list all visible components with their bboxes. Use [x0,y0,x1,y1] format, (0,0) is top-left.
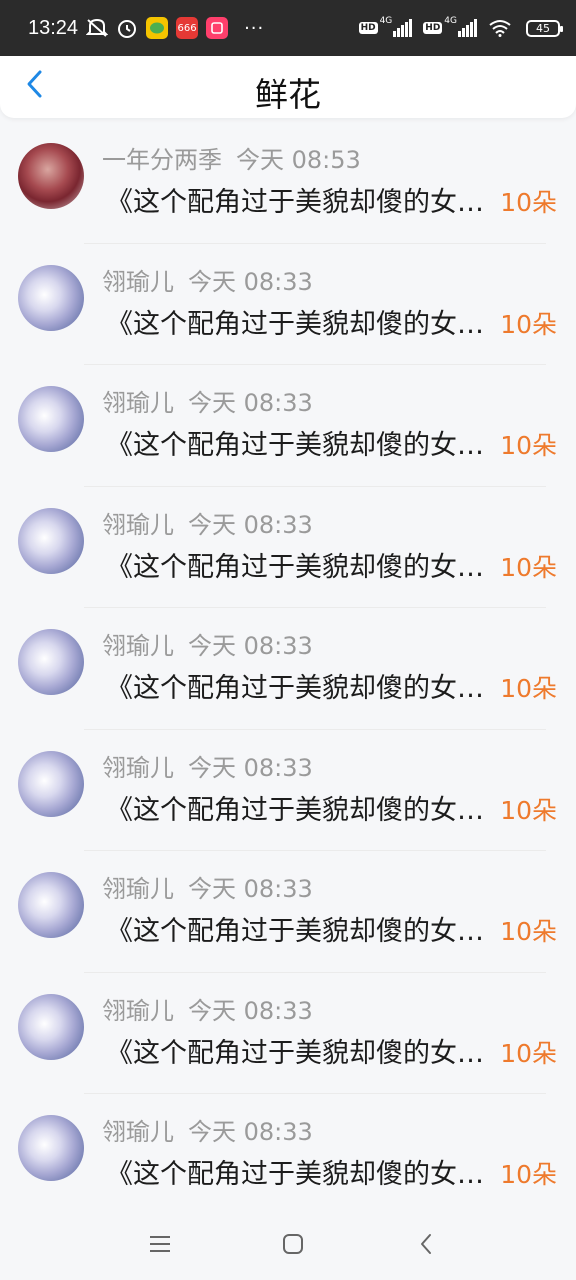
wifi-icon [488,19,512,37]
avatar[interactable] [18,1115,84,1181]
home-icon [281,1232,305,1260]
avatar[interactable] [18,386,84,452]
item-message: 《这个配角过于美貌却傻的女人》 [106,308,496,340]
flower-list: 一年分两季 今天 08:53 《这个配角过于美貌却傻的女人》 10朵 翎瑜儿 今天 … [0,122,576,1216]
list-item[interactable]: 翎瑜儿 今天 08:33 《这个配角过于美貌却傻的女人》 10朵 [0,608,576,730]
user-name[interactable]: 翎瑜儿 [102,754,174,782]
signal-icon-2 [458,19,478,37]
status-time: 13:24 [28,16,79,39]
avatar[interactable] [18,507,84,574]
list-item[interactable]: 翎瑜儿 今天 08:33 《这个配角过于美貌却傻的女人》 10朵 [0,365,576,487]
user-name[interactable]: 翎瑜儿 [102,632,174,660]
avatar[interactable] [18,750,84,817]
list-item[interactable]: 翎瑜儿 今天 08:33 《这个配角过于美貌却傻的女人》 10朵 [0,244,576,365]
list-item[interactable]: 一年分两季 今天 08:53 《这个配角过于美貌却傻的女人》 10朵 [0,122,576,244]
back-icon [418,1232,434,1260]
item-message: 《这个配角过于美貌却傻的女人》 [106,187,496,218]
flower-count: 10朵 [500,552,557,582]
user-name[interactable]: 一年分两季 [102,146,222,174]
header: 鲜花 [0,56,576,118]
item-meta: 翎瑜儿 今天 08:33 [102,626,313,661]
user-name[interactable]: 翎瑜儿 [102,268,174,296]
item-message: 《这个配角过于美貌却傻的女人》 [106,673,496,704]
item-message: 《这个配角过于美貌却傻的女人》 [106,430,496,461]
item-time: 今天 08:33 [188,632,313,660]
system-back-button[interactable] [406,1226,446,1266]
status-bar: 13:24 666 ··· HD 4G HD 4G 45 [0,0,576,56]
flower-count: 10朵 [500,188,557,217]
item-time: 今天 08:33 [188,996,313,1025]
item-meta: 翎瑜儿 今天 08:33 [102,991,313,1026]
item-meta: 翎瑜儿 今天 08:33 [102,869,313,904]
item-meta: 翎瑜儿 今天 08:33 [102,1112,313,1147]
avatar[interactable] [18,993,84,1060]
chat-app-icon [146,17,169,39]
flower-count: 10朵 [500,1038,557,1068]
alarm-icon [116,17,138,39]
recent-apps-button[interactable] [140,1226,180,1266]
system-nav-bar [0,1212,576,1280]
user-name[interactable]: 翎瑜儿 [102,1118,174,1146]
hd-icon-2: HD [423,22,443,34]
item-time: 今天 08:33 [188,389,313,417]
list-item[interactable]: 翎瑜儿 今天 08:33 《这个配角过于美貌却傻的女人》 10朵 [0,1094,576,1216]
user-name[interactable]: 翎瑜儿 [102,997,174,1025]
network-type: 4G [379,16,393,26]
item-meta: 一年分两季 今天 08:53 [102,140,361,175]
item-message: 《这个配角过于美貌却傻的女人》 [106,916,496,947]
battery-level: 45 [536,21,550,35]
item-meta: 翎瑜儿 今天 08:33 [102,505,313,540]
item-meta: 翎瑜儿 今天 08:33 [102,383,313,418]
user-name[interactable]: 翎瑜儿 [102,511,174,539]
item-message: 《这个配角过于美貌却傻的女人》 [106,551,496,583]
item-meta: 翎瑜儿 今天 08:33 [102,748,313,783]
flower-count: 10朵 [500,917,557,946]
video-app-icon [206,17,229,39]
item-message: 《这个配角过于美貌却傻的女人》 [106,794,496,826]
item-time: 今天 08:33 [188,510,313,539]
avatar[interactable] [18,264,84,331]
item-time: 今天 08:33 [188,1118,313,1146]
flower-count: 10朵 [500,309,557,339]
item-time: 今天 08:33 [188,267,313,296]
network-type-2: 4G [444,16,457,26]
list-item[interactable]: 翎瑜儿 今天 08:33 《这个配角过于美貌却傻的女人》 10朵 [0,730,576,851]
flower-count: 10朵 [500,795,557,825]
home-button[interactable] [273,1226,313,1266]
flower-count: 10朵 [500,431,557,460]
menu-icon [148,1234,172,1258]
user-name[interactable]: 翎瑜儿 [102,875,174,903]
flower-count: 10朵 [500,1160,557,1189]
item-time: 今天 08:53 [236,146,361,174]
signal-icon [393,19,413,37]
avatar[interactable] [18,629,84,695]
page-title: 鲜花 [255,75,321,114]
avatar[interactable] [18,143,84,209]
item-meta: 翎瑜儿 今天 08:33 [102,262,313,297]
app-badge: 666 [177,22,197,34]
item-time: 今天 08:33 [188,753,313,782]
item-time: 今天 08:33 [188,875,313,903]
list-item[interactable]: 翎瑜儿 今天 08:33 《这个配角过于美貌却傻的女人》 10朵 [0,851,576,973]
list-item[interactable]: 翎瑜儿 今天 08:33 《这个配角过于美貌却傻的女人》 10朵 [0,487,576,608]
item-message: 《这个配角过于美貌却傻的女人》 [106,1037,496,1069]
hd-icon: HD [358,22,378,34]
flower-count: 10朵 [500,674,557,703]
user-name[interactable]: 翎瑜儿 [102,389,174,417]
battery-icon: 45 [526,19,563,37]
list-item[interactable]: 翎瑜儿 今天 08:33 《这个配角过于美貌却傻的女人》 10朵 [0,973,576,1094]
mute-icon [86,18,109,38]
item-message: 《这个配角过于美貌却傻的女人》 [106,1159,496,1190]
avatar[interactable] [18,872,84,938]
shop-app-icon: 666 [176,17,199,39]
more-notifications: ··· [244,17,265,39]
